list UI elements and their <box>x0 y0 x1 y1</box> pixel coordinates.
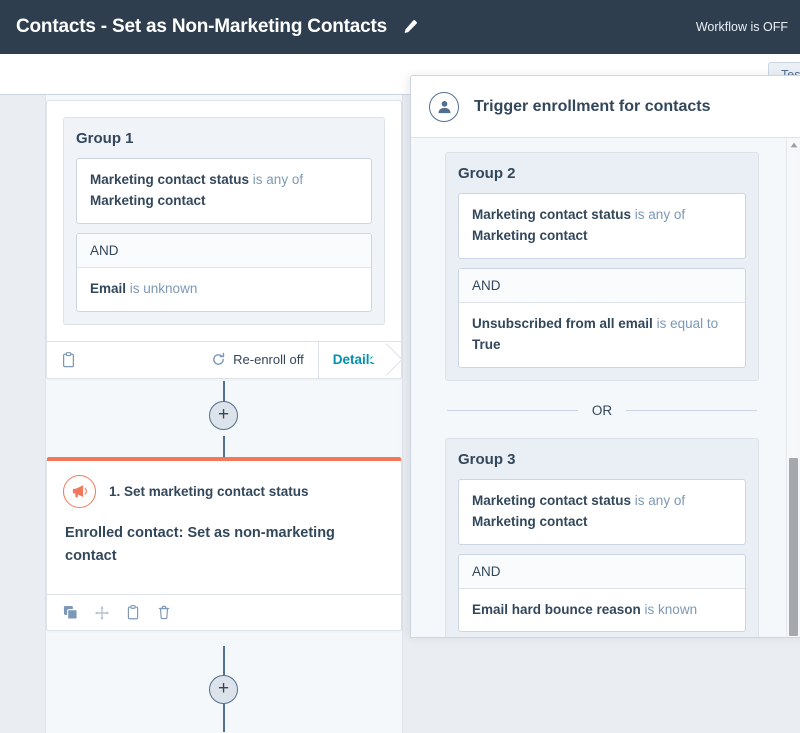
group-1-and-block: AND Email is unknown <box>76 233 372 312</box>
megaphone-icon <box>63 475 96 508</box>
condition-value: Marketing contact <box>472 228 588 243</box>
group-1-condition-2[interactable]: Email is unknown <box>77 268 371 311</box>
panel-scrollbar[interactable] <box>786 138 799 638</box>
details-tab[interactable]: Details <box>318 341 387 378</box>
group-3-box: Group 3 Marketing contact status is any … <box>445 438 759 638</box>
re-enroll-label: Re-enroll off <box>233 352 304 367</box>
duplicate-icon[interactable] <box>63 605 78 620</box>
move-icon[interactable] <box>95 606 109 620</box>
group-3-and-label: AND <box>459 555 745 589</box>
group-2-box: Group 2 Marketing contact status is any … <box>445 152 759 381</box>
or-divider: OR <box>447 403 757 418</box>
group-3-condition-1[interactable]: Marketing contact status is any of Marke… <box>458 479 746 545</box>
or-divider-line-right <box>626 410 757 411</box>
group-2-title: Group 2 <box>458 165 746 182</box>
edit-title-pencil-icon[interactable] <box>399 17 419 37</box>
group-1-title: Group 1 <box>76 130 372 147</box>
add-step-plus-label-2: + <box>218 679 229 698</box>
condition-property: Email hard bounce reason <box>472 602 641 617</box>
connector-line-3 <box>223 646 225 675</box>
connector-line-4 <box>223 704 225 732</box>
trash-icon[interactable] <box>157 605 171 620</box>
add-step-plus-label-1: + <box>218 405 229 424</box>
action-card-set-marketing-contact-status[interactable]: 1. Set marketing contact status Enrolled… <box>46 457 402 631</box>
group-1-box: Group 1 Marketing contact status is any … <box>63 117 385 325</box>
add-step-button-1[interactable]: + <box>209 401 238 430</box>
trigger-enrollment-panel[interactable]: Trigger enrollment for contacts Group 2 … <box>410 75 800 638</box>
condition-property: Marketing contact status <box>472 207 631 222</box>
condition-operator: is any of <box>631 493 685 508</box>
group-2-and-label: AND <box>459 269 745 303</box>
condition-property: Unsubscribed from all email <box>472 316 653 331</box>
action-step-label: 1. Set marketing contact status <box>109 484 309 499</box>
trigger-enrollment-card[interactable]: Group 1 Marketing contact status is any … <box>46 100 402 379</box>
clipboard-icon[interactable] <box>61 352 76 368</box>
condition-operator: is any of <box>631 207 685 222</box>
page-title: Contacts - Set as Non-Marketing Contacts <box>16 16 387 38</box>
condition-value: Marketing contact <box>90 193 206 208</box>
or-divider-label: OR <box>592 403 612 418</box>
or-divider-line-left <box>447 410 578 411</box>
condition-operator: is any of <box>249 172 303 187</box>
top-header-bar: Contacts - Set as Non-Marketing Contacts… <box>0 0 800 54</box>
add-step-button-2[interactable]: + <box>209 675 238 704</box>
contact-person-icon <box>429 92 459 122</box>
panel-title: Trigger enrollment for contacts <box>474 98 710 116</box>
re-enroll-toggle[interactable]: Re-enroll off <box>211 352 318 367</box>
action-card-footer <box>47 594 401 630</box>
group-2-condition-2[interactable]: Unsubscribed from all email is equal to … <box>459 303 745 367</box>
group-3-title: Group 3 <box>458 451 746 468</box>
panel-scrollbar-thumb[interactable] <box>789 458 798 636</box>
group-1-and-label: AND <box>77 234 371 268</box>
condition-property: Marketing contact status <box>472 493 631 508</box>
group-2-condition-1[interactable]: Marketing contact status is any of Marke… <box>458 193 746 259</box>
workflow-status-label: Workflow is OFF <box>696 20 788 34</box>
group-3-condition-2[interactable]: Email hard bounce reason is known <box>459 589 745 632</box>
condition-value: True <box>472 337 501 352</box>
condition-value: Marketing contact <box>472 514 588 529</box>
panel-header: Trigger enrollment for contacts <box>411 76 800 138</box>
action-card-description: Enrolled contact: Set as non-marketing c… <box>47 514 401 594</box>
condition-operator: is equal to <box>653 316 718 331</box>
connector-line-2 <box>223 436 225 457</box>
refresh-icon <box>211 352 226 367</box>
condition-operator: is known <box>641 602 697 617</box>
condition-property: Marketing contact status <box>90 172 249 187</box>
condition-property: Email <box>90 281 126 296</box>
group-1-condition-1[interactable]: Marketing contact status is any of Marke… <box>76 158 372 224</box>
panel-body: Group 2 Marketing contact status is any … <box>411 138 800 638</box>
group-2-and-block: AND Unsubscribed from all email is equal… <box>458 268 746 368</box>
clipboard-icon[interactable] <box>126 605 140 620</box>
action-card-header: 1. Set marketing contact status <box>47 461 401 514</box>
group-3-and-block: AND Email hard bounce reason is known <box>458 554 746 633</box>
condition-operator: is unknown <box>126 281 197 296</box>
trigger-card-footer: Re-enroll off Details <box>47 341 401 378</box>
triangle-up-icon[interactable] <box>789 140 798 149</box>
